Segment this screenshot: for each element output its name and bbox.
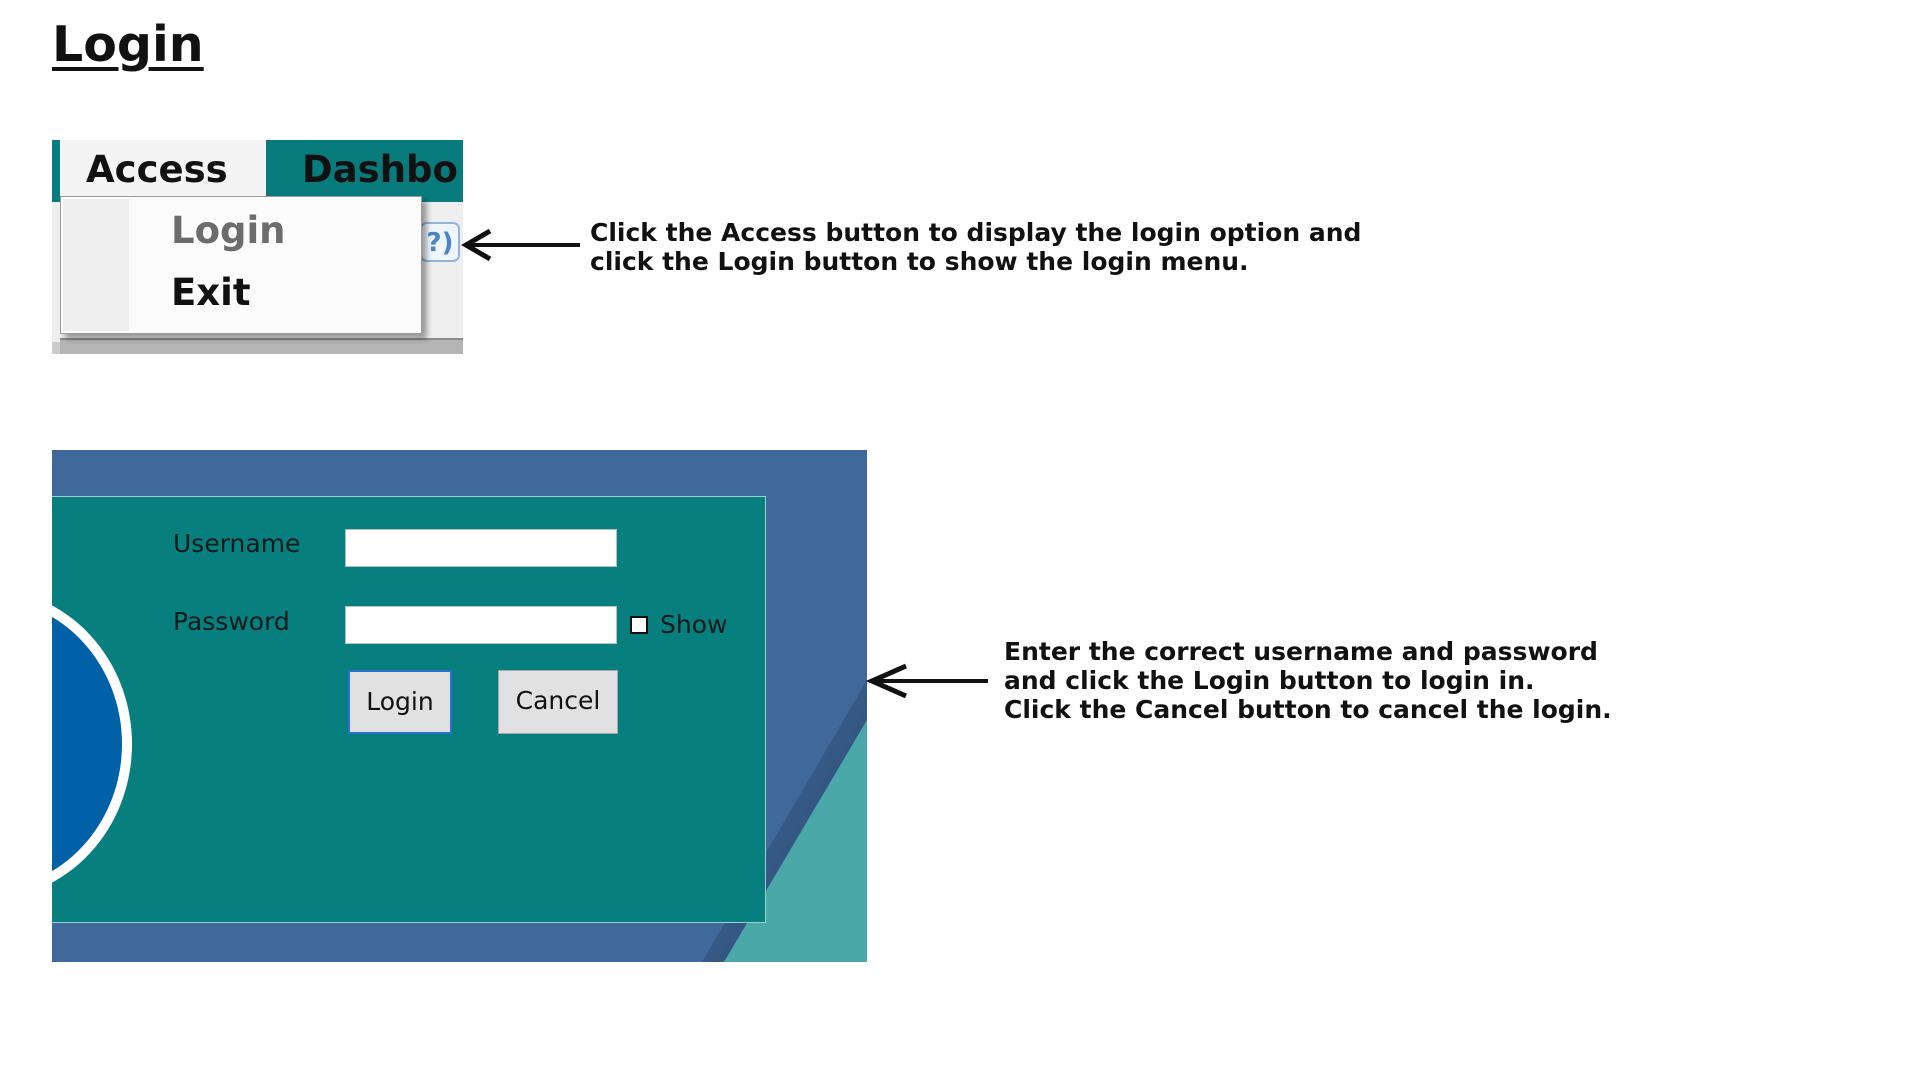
menu-access[interactable]: Access <box>60 140 266 202</box>
password-label: Password <box>173 607 290 636</box>
instruction-step-2: Enter the correct username and password … <box>1004 637 1612 724</box>
arrow-left-icon <box>866 663 988 699</box>
dropdown-item-exit[interactable]: Exit <box>171 271 251 315</box>
username-label: Username <box>173 529 301 558</box>
cancel-button[interactable]: Cancel <box>498 670 618 734</box>
help-icon[interactable]: ?) <box>420 222 460 262</box>
login-button[interactable]: Login <box>348 670 452 734</box>
dropdown-item-login[interactable]: Login <box>171 209 286 253</box>
menu-screenshot: Access Dashbo ?) Login Exit <box>52 140 463 354</box>
checkbox-icon[interactable] <box>630 616 648 634</box>
menu-dashboard[interactable]: Dashbo <box>302 140 458 202</box>
login-form-panel: Username Password Show Login Cancel <box>52 496 766 923</box>
access-dropdown: Login Exit <box>60 196 422 334</box>
dropdown-gutter <box>63 199 129 331</box>
page-title: Login <box>52 16 204 73</box>
username-input[interactable] <box>345 529 617 567</box>
arrow-left-icon <box>461 228 580 262</box>
password-input[interactable] <box>345 606 617 644</box>
logo-circle <box>52 589 132 899</box>
login-screenshot: Username Password Show Login Cancel <box>52 450 867 962</box>
menu-bottom-bar <box>60 338 463 354</box>
show-label: Show <box>660 610 728 639</box>
instruction-step-1: Click the Access button to display the l… <box>590 218 1362 276</box>
